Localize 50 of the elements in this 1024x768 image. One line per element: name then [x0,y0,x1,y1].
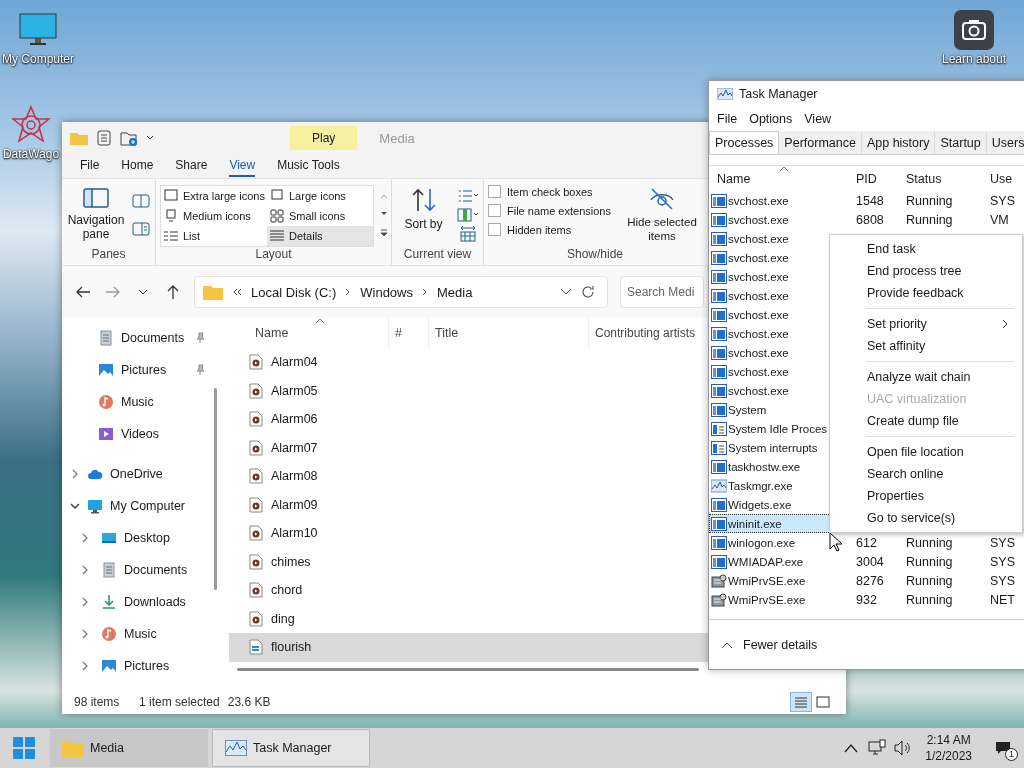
process-name: svchost.exe [728,232,789,245]
process-name: taskhostw.exe [728,460,801,473]
process-name: WmiPrvSE.exe [728,574,806,587]
process-status: Running [906,212,954,227]
process-name: svchost.exe [728,251,789,264]
process-user: SYS [990,573,1016,588]
group-label: Current view [402,247,473,263]
item-count: 98 items [74,695,121,709]
process-name: WMIADAP.exe [728,555,804,568]
process-status: Running [906,535,954,550]
selection-info: 1 item selected [139,695,220,709]
process-name: svchost.exe [728,308,789,321]
process-status: Running [906,573,954,588]
process-name: System interrupts [728,441,818,454]
process-id: 6808 [856,212,885,227]
group-label: Layout [254,247,293,263]
process-name: svchost.exe [728,270,789,283]
process-user: NET [990,592,1016,607]
process-name: System Idle Proces [728,422,828,435]
process-name: wininit.exe [728,517,782,530]
process-name: svchost.exe [728,194,789,207]
process-name: Widgets.exe [728,498,792,511]
selection-size: 23.6 KB [227,695,271,709]
process-id: 612 [856,535,878,550]
process-status: Running [906,193,954,208]
process-user: SYS [990,535,1016,550]
process-name: svchost.exe [728,327,789,340]
window-title: Media [379,130,415,146]
process-status: Running [906,592,954,607]
window-title: Task Manager [739,87,818,101]
process-name: System [728,403,767,416]
process-status: Running [906,554,954,569]
process-id: 8276 [856,573,885,588]
process-name: svchost.exe [728,213,789,226]
process-user: SYS [990,554,1016,569]
group-label: Panes [90,247,127,263]
process-name: svchost.exe [728,384,789,397]
notification-count: 1 [1005,748,1018,761]
process-id: 3004 [856,554,885,569]
group-label: Show/hide [565,247,624,263]
process-id: 932 [856,592,878,607]
process-name: svchost.exe [728,346,789,359]
process-name: Taskmgr.exe [728,479,793,492]
process-name: svchost.exe [728,289,789,302]
process-name: svchost.exe [728,365,789,378]
process-name: winlogon.exe [728,536,796,549]
process-name: WmiPrvSE.exe [728,593,806,606]
process-user: SYS [990,193,1016,208]
process-user: VM [990,212,1010,227]
process-id: 1548 [856,193,885,208]
